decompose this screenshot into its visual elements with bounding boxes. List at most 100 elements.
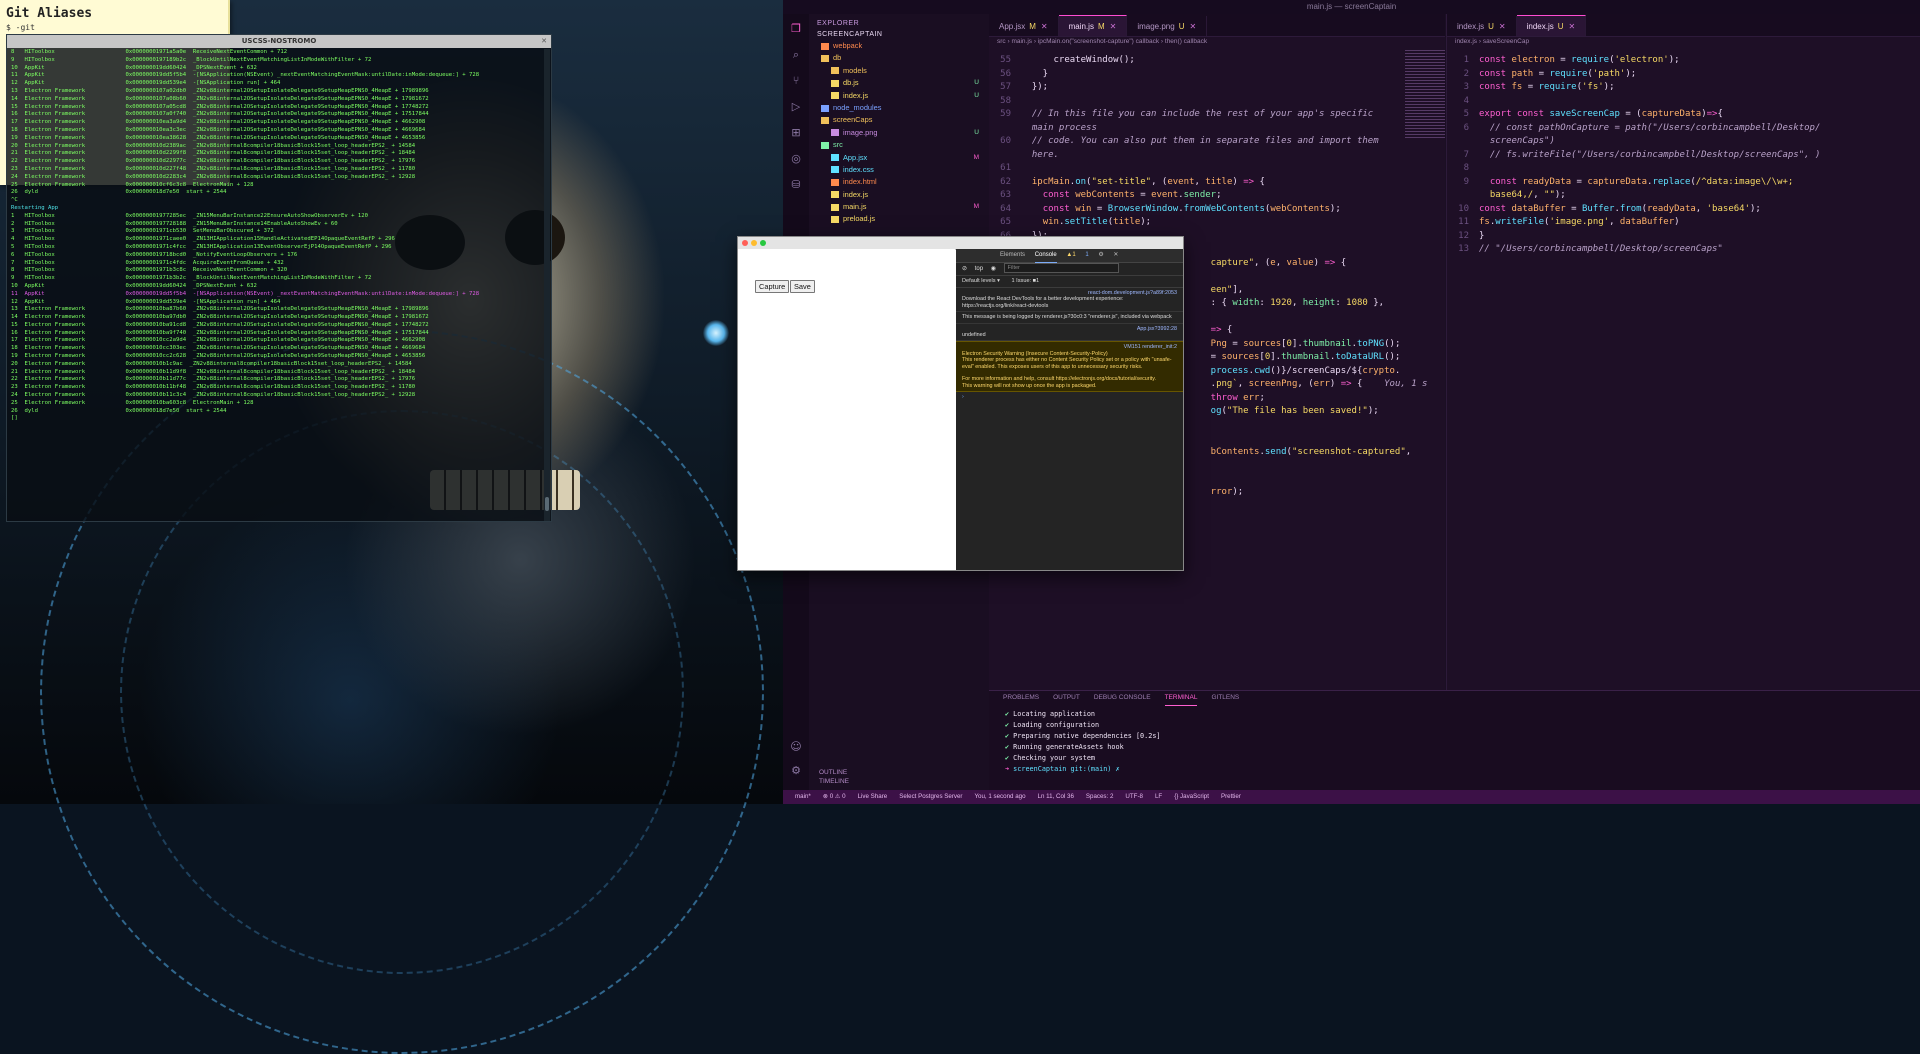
status-bar: main* ⊗ 0 ⚠ 0 Live Share Select Postgres Se… [783,790,1920,804]
code-line: 65 win.setTitle(title); [989,216,1445,230]
close-tab-icon[interactable]: ✕ [1110,22,1117,31]
status-item[interactable]: Live Share [858,793,888,800]
electron-app-window[interactable]: Capture Save Elements Console ▲1 1 ⚙ ✕ ⊘… [737,236,1184,571]
file-tree-item[interactable]: webpack [809,40,989,52]
file-tree-item[interactable]: main.js M [809,201,989,213]
panel-tab[interactable]: PROBLEMS [1003,691,1039,705]
extensions-icon[interactable]: ⊞ [789,126,803,140]
editor-tab[interactable]: index.js U ✕ [1516,15,1587,36]
editor-tab[interactable]: App.jsx M ✕ [989,16,1059,36]
editor-tab[interactable]: image.png U ✕ [1127,16,1208,36]
panel-tab[interactable]: OUTPUT [1053,691,1080,705]
status-item[interactable]: LF [1155,793,1162,800]
close-tab-icon[interactable]: ✕ [1041,22,1048,31]
close-icon[interactable]: ✕ [541,35,547,48]
context-selector[interactable]: top [975,266,983,272]
file-tree-item[interactable]: src [809,139,989,151]
capture-button[interactable]: Capture [755,280,790,293]
file-tree-item[interactable]: models [809,65,989,77]
panel-tab[interactable]: TERMINAL [1164,691,1198,706]
sidebar-section-outline[interactable]: OUTLINE [809,768,989,777]
file-tree-item[interactable]: screenCaps [809,114,989,126]
terminal-line: 10 AppKit 0x000000019dd60424 _DPSNextEve… [11,282,257,289]
close-button[interactable] [742,240,748,246]
panel-tab[interactable]: DEBUG CONSOLE [1094,691,1151,705]
close-tab-icon[interactable]: ✕ [1569,22,1576,31]
eye-icon[interactable]: ◉ [991,266,996,272]
editor-tabs-left: App.jsx M ✕ main.js M ✕ image.png U ✕ [989,14,1445,37]
file-tree-item[interactable]: index.js U [809,90,989,102]
line-number: 57 [1000,82,1011,92]
file-tree-item[interactable]: preload.js [809,213,989,225]
source-control-icon[interactable]: ⑂ [789,74,803,88]
tab-elements[interactable]: Elements [1000,249,1025,262]
file-tree-item[interactable]: db.js U [809,77,989,89]
project-name[interactable]: SCREENCAPTAIN [809,29,989,40]
status-item[interactable]: Select Postgres Server [899,793,962,800]
close-tab-icon[interactable]: ✕ [1499,22,1506,31]
status-item[interactable]: Ln 11, Col 36 [1038,793,1074,800]
database-icon[interactable]: ⛁ [789,178,803,192]
terminal-output[interactable]: 8 HIToolbox 0x00000001971a5a0e ReceiveNe… [7,48,551,424]
files-icon[interactable]: ❐ [789,22,803,36]
terminal-line-text: Preparing native dependencies [0.2s] [1009,732,1161,740]
status-item[interactable]: UTF-8 [1125,793,1143,800]
close-tab-icon[interactable]: ✕ [1189,22,1196,31]
file-icon [821,54,829,62]
tab-console[interactable]: Console [1034,249,1057,263]
status-item[interactable]: main* [795,793,811,800]
editor-tab[interactable]: index.js U ✕ [1447,16,1517,36]
warning-count-badge[interactable]: ▲1 [1066,249,1075,262]
line-number: 60 [1000,136,1011,146]
save-button[interactable]: Save [790,280,815,293]
file-tree-item[interactable]: index.js [809,189,989,201]
file-tree-item[interactable]: App.jsx M [809,152,989,164]
clear-console-icon[interactable]: ⊘ [962,266,967,272]
terminal-line: 24 Electron Framework 0x000000010b11c3c4… [11,392,416,399]
minimize-button[interactable] [751,240,757,246]
file-tree-item[interactable]: image.png U [809,127,989,139]
status-item[interactable]: {} JavaScript [1174,793,1209,800]
editor-tab[interactable]: main.js M ✕ [1058,15,1128,36]
minimap-left[interactable] [1405,50,1445,140]
code-text: const path = require('path'); [1479,68,1637,79]
terminal-line: 17 Electron Framework 0x000000010ea3a9d4… [11,119,426,126]
source-link[interactable]: VM151 renderer_init:2 [1124,344,1177,350]
sidebar-section-timeline[interactable]: TIMELINE [809,777,989,786]
info-count-badge[interactable]: 1 [1085,249,1088,262]
status-item[interactable]: Spaces: 2 [1086,793,1114,800]
status-item[interactable]: Prettier [1221,793,1241,800]
remote-icon[interactable]: ◎ [789,152,803,166]
code-editor-right[interactable]: 1 const electron = require('electron'); 2 c… [1447,54,1920,257]
file-tree-label: index.css [843,164,874,174]
breadcrumb-left[interactable]: src › main.js › ipcMain.on("screenshot-c… [989,37,1445,47]
gear-icon[interactable]: ⚙ [789,764,803,778]
integrated-terminal[interactable]: ✔ Locating application ✔ Loading configur… [989,705,1920,779]
terminal-scrollbar[interactable] [544,49,550,521]
terminal-titlebar[interactable]: USCSS-NOSTROMO ✕ [7,35,551,48]
gear-icon[interactable]: ⚙ [1098,249,1103,262]
console-prompt[interactable]: › [956,392,1183,402]
scrollbar-thumb[interactable] [545,497,549,511]
issues-count[interactable]: 1 Issue: ■1 [1012,278,1040,284]
filter-input[interactable]: Filter [1003,263,1119,274]
maximize-button[interactable] [760,240,766,246]
status-item[interactable]: You, 1 second ago [974,793,1025,800]
file-tree-item[interactable]: node_modules [809,102,989,114]
file-icon [821,116,829,124]
search-icon[interactable]: ⌕ [789,48,803,62]
run-debug-icon[interactable]: ▷ [789,100,803,114]
terminal-window[interactable]: USCSS-NOSTROMO ✕ 8 HIToolbox 0x000000019… [6,34,552,522]
panel-tab[interactable]: GITLENS [1211,691,1239,705]
file-tree-item[interactable]: index.html [809,176,989,188]
close-icon[interactable]: ✕ [1113,249,1118,262]
terminal-line: Restarting App [11,204,59,211]
breadcrumb-right[interactable]: index.js › saveScreenCap [1447,37,1920,47]
levels-dropdown[interactable]: Default levels ▾ [962,278,1000,284]
source-link[interactable]: App.jsx?3992:28 [1137,326,1177,332]
file-tree-item[interactable]: db [809,52,989,64]
terminal-line: 6 HIToolbox 0x000000019718bcd0 _NotifyEv… [11,251,298,258]
status-item[interactable]: ⊗ 0 ⚠ 0 [823,793,846,800]
account-icon[interactable]: ☺ [789,740,803,754]
file-tree-item[interactable]: index.css [809,164,989,176]
